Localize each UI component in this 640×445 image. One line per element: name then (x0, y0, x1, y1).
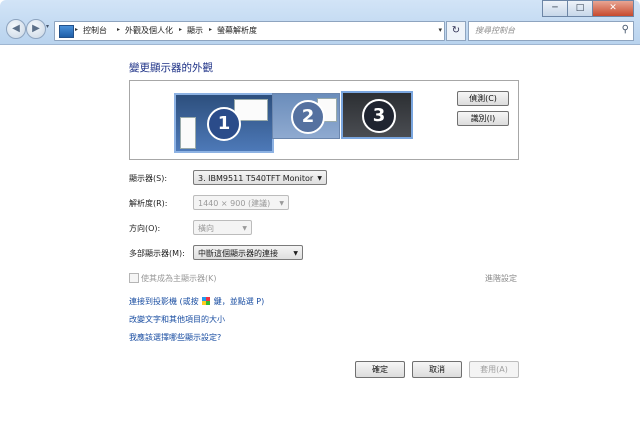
control-panel-icon (59, 25, 74, 38)
breadcrumb-screen-resolution[interactable]: 螢幕解析度 (217, 25, 257, 36)
monitor-number-3: 3 (362, 99, 396, 133)
resolution-label: 解析度(R): (129, 199, 168, 208)
monitor-number-2: 2 (291, 100, 325, 134)
monitor-3[interactable]: 3 (341, 91, 413, 139)
primary-display-label: 使其成為主顯示器(K) (141, 274, 217, 283)
search-box[interactable]: 搜尋控制台 ⚲ (468, 21, 634, 41)
detect-button[interactable]: 偵測(C) (457, 91, 509, 106)
cancel-button[interactable]: 取消 (412, 361, 462, 378)
text-size-link[interactable]: 改變文字和其他項目的大小 (129, 314, 225, 325)
windows-logo-icon (202, 297, 211, 305)
breadcrumb-control-panel[interactable]: 控制台 (83, 25, 107, 36)
identify-button[interactable]: 識別(I) (457, 111, 509, 126)
chevron-down-icon: ▼ (242, 225, 247, 232)
monitor-1[interactable]: 1 (174, 93, 274, 153)
page-title: 變更顯示器的外觀 (129, 62, 213, 74)
advanced-settings-link[interactable]: 進階設定 (485, 273, 517, 284)
chevron-right-icon: ▸ (209, 26, 213, 33)
recent-pages-dropdown-icon[interactable]: ▾ (46, 24, 52, 30)
address-dropdown-icon[interactable]: ▾ (438, 26, 442, 34)
minimize-button[interactable]: ─ (542, 0, 568, 17)
monitor-number-1: 1 (207, 107, 241, 141)
resolution-select-value: 1440 × 900 (建議) (198, 199, 271, 208)
projector-link-suffix: 鍵，並點選 P) (213, 297, 265, 306)
multiple-displays-label: 多部顯示器(M): (129, 249, 185, 258)
projector-link-prefix: 連接到投影機 (或按 (129, 297, 199, 306)
multiple-displays-select[interactable]: 中斷這個顯示器的連接 ▼ (193, 245, 303, 260)
display-select[interactable]: 3. IBM9511 T540TFT Monitor ▼ (193, 170, 327, 185)
apply-button[interactable]: 套用(A) (469, 361, 519, 378)
chevron-down-icon: ▼ (279, 200, 284, 207)
orientation-label: 方向(O): (129, 224, 161, 233)
display-label: 顯示器(S): (129, 174, 168, 183)
maximize-button[interactable]: □ (567, 0, 593, 17)
search-icon[interactable]: ⚲ (622, 24, 629, 35)
primary-display-checkbox[interactable] (129, 273, 139, 283)
orientation-select[interactable]: 橫向 ▼ (193, 220, 252, 235)
back-button[interactable]: ◀ (6, 19, 26, 39)
address-bar[interactable]: ▸ 控制台 ▸ 外觀及個人化 ▸ 顯示 ▸ 螢幕解析度 ▾ (54, 21, 445, 41)
chevron-down-icon: ▼ (317, 175, 322, 182)
close-button[interactable]: ✕ (592, 0, 634, 17)
resolution-select[interactable]: 1440 × 900 (建議) ▼ (193, 195, 289, 210)
monitor-arrangement[interactable]: 1 2 3 偵測(C) 識別(I) (129, 80, 519, 160)
forward-button[interactable]: ▶ (26, 19, 46, 39)
preview-window (180, 117, 196, 149)
breadcrumb-display[interactable]: 顯示 (187, 25, 203, 36)
orientation-select-value: 橫向 (198, 224, 214, 233)
chevron-right-icon: ▸ (179, 26, 183, 33)
display-select-value: 3. IBM9511 T540TFT Monitor (198, 174, 314, 183)
chevron-down-icon: ▼ (293, 250, 298, 257)
display-settings-help-link[interactable]: 我應該選擇哪些顯示設定? (129, 332, 221, 343)
connect-projector-link[interactable]: 連接到投影機 (或按 鍵，並點選 P) (129, 296, 264, 307)
chevron-right-icon: ▸ (75, 26, 79, 33)
ok-button[interactable]: 確定 (355, 361, 405, 378)
monitor-2[interactable]: 2 (272, 93, 340, 139)
search-placeholder: 搜尋控制台 (475, 26, 515, 35)
multiple-displays-select-value: 中斷這個顯示器的連接 (198, 249, 278, 258)
chevron-right-icon: ▸ (117, 26, 121, 33)
caption-buttons: ─ □ ✕ (542, 0, 634, 17)
screen-resolution-window: ─ □ ✕ ◀ ▶ ▾ ▸ 控制台 ▸ 外觀及個人化 ▸ 顯示 ▸ 螢幕解析度 … (0, 0, 640, 445)
breadcrumb-appearance[interactable]: 外觀及個人化 (125, 25, 173, 36)
navigation-bar: ─ □ ✕ ◀ ▶ ▾ ▸ 控制台 ▸ 外觀及個人化 ▸ 顯示 ▸ 螢幕解析度 … (0, 0, 640, 45)
refresh-button[interactable]: ↻ (446, 21, 466, 41)
